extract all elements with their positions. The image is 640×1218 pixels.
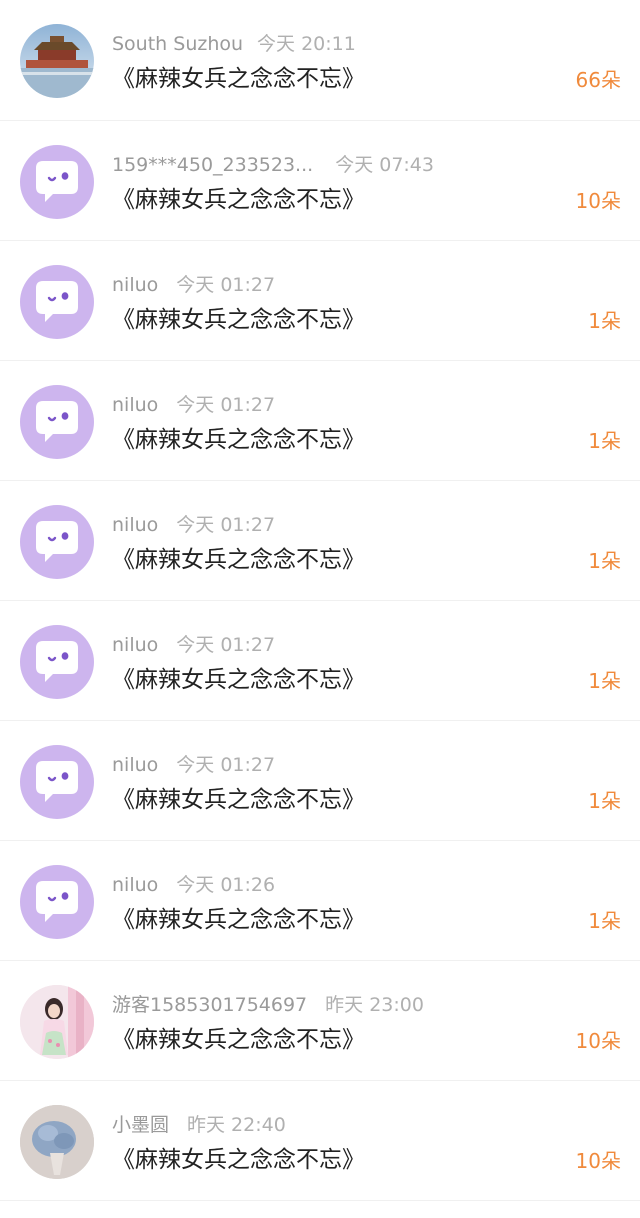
list-item[interactable]: 游客1585301754697 昨天 23:00 《麻辣女兵之念念不忘》 10朵 (0, 961, 640, 1081)
list-item[interactable]: niluo 今天 01:27 《麻辣女兵之念念不忘》 1朵 (0, 481, 640, 601)
book-title: 《麻辣女兵之念念不忘》 (112, 667, 365, 693)
avatar[interactable] (20, 385, 94, 459)
username[interactable]: niluo (112, 634, 158, 656)
avatar[interactable] (20, 145, 94, 219)
timestamp: 今天 01:27 (176, 754, 276, 776)
meta: niluo 今天 01:27 (112, 512, 275, 538)
meta: 小墨圆 昨天 22:40 (112, 1112, 286, 1138)
avatar[interactable] (20, 985, 94, 1059)
flower-amount: 1朵 (588, 789, 621, 813)
list-item[interactable]: niluo 今天 01:27 《麻辣女兵之念念不忘》 1朵 (0, 721, 640, 841)
timestamp: 昨天 23:00 (325, 994, 424, 1016)
list-item[interactable]: niluo 今天 01:27 《麻辣女兵之念念不忘》 1朵 (0, 361, 640, 481)
avatar[interactable] (20, 865, 94, 939)
chat-bubble-icon (36, 521, 78, 562)
book-title: 《麻辣女兵之念念不忘》 (112, 547, 365, 573)
chat-bubble-icon (36, 641, 78, 682)
avatar[interactable] (20, 1105, 94, 1179)
username[interactable]: niluo (112, 274, 158, 296)
list-item[interactable]: niluo 今天 01:27 《麻辣女兵之念念不忘》 1朵 (0, 601, 640, 721)
username[interactable]: niluo (112, 754, 158, 776)
list-item[interactable]: South Suzhou 今天 20:11 《麻辣女兵之念念不忘》 66朵 (0, 0, 640, 120)
list-item[interactable]: 159***450_233523... 今天 07:43 《麻辣女兵之念念不忘》 … (0, 121, 640, 241)
list-item[interactable]: niluo 今天 01:27 《麻辣女兵之念念不忘》 1朵 (0, 241, 640, 361)
meta: niluo 今天 01:27 (112, 632, 275, 658)
flower-amount: 1朵 (588, 669, 621, 693)
avatar[interactable] (20, 265, 94, 339)
username[interactable]: 小墨圆 (112, 1114, 169, 1136)
meta: niluo 今天 01:27 (112, 272, 275, 298)
username[interactable]: 游客1585301754697 (112, 994, 307, 1016)
timestamp: 今天 01:27 (176, 514, 276, 536)
flower-amount: 10朵 (575, 1029, 621, 1053)
book-title: 《麻辣女兵之念念不忘》 (112, 307, 365, 333)
gift-list: South Suzhou 今天 20:11 《麻辣女兵之念念不忘》 66朵 159… (0, 0, 640, 1218)
flower-amount: 1朵 (588, 309, 621, 333)
avatar[interactable] (20, 625, 94, 699)
meta: 游客1585301754697 昨天 23:00 (112, 992, 424, 1018)
book-title: 《麻辣女兵之念念不忘》 (112, 907, 365, 933)
username[interactable]: niluo (112, 874, 158, 896)
meta: 159***450_233523... 今天 07:43 (112, 152, 434, 178)
chat-bubble-icon (36, 401, 78, 442)
avatar[interactable] (20, 24, 94, 98)
book-title: 《麻辣女兵之念念不忘》 (112, 66, 365, 92)
meta: niluo 今天 01:27 (112, 752, 275, 778)
photo-girl-pink-icon (20, 985, 94, 1059)
flower-amount: 66朵 (575, 68, 621, 92)
timestamp: 今天 01:26 (176, 874, 276, 896)
timestamp: 今天 20:11 (257, 33, 356, 55)
username[interactable]: South Suzhou (112, 33, 243, 55)
username[interactable]: niluo (112, 394, 158, 416)
flower-amount: 1朵 (588, 429, 621, 453)
divider (0, 1200, 640, 1201)
flower-amount: 1朵 (588, 909, 621, 933)
username[interactable]: niluo (112, 514, 158, 536)
photo-flower-bouquet-icon (20, 1105, 94, 1179)
flower-amount: 10朵 (575, 189, 621, 213)
avatar[interactable] (20, 505, 94, 579)
book-title: 《麻辣女兵之念念不忘》 (112, 1027, 365, 1053)
list-item[interactable]: niluo 今天 01:26 《麻辣女兵之念念不忘》 1朵 (0, 841, 640, 961)
list-item[interactable]: 小墨圆 昨天 22:40 《麻辣女兵之念念不忘》 10朵 (0, 1081, 640, 1201)
timestamp: 昨天 22:40 (187, 1114, 286, 1136)
book-title: 《麻辣女兵之念念不忘》 (112, 1147, 365, 1173)
timestamp: 今天 01:27 (176, 394, 276, 416)
chat-bubble-icon (36, 761, 78, 802)
book-title: 《麻辣女兵之念念不忘》 (112, 787, 365, 813)
chat-bubble-icon (36, 161, 78, 202)
meta: niluo 今天 01:26 (112, 872, 275, 898)
flower-amount: 1朵 (588, 549, 621, 573)
meta: South Suzhou 今天 20:11 (112, 31, 356, 57)
photo-forbidden-city-icon (20, 24, 94, 98)
username[interactable]: 159***450_233523... (112, 154, 313, 176)
meta: niluo 今天 01:27 (112, 392, 275, 418)
book-title: 《麻辣女兵之念念不忘》 (112, 427, 365, 453)
chat-bubble-icon (36, 881, 78, 922)
flower-amount: 10朵 (575, 1149, 621, 1173)
book-title: 《麻辣女兵之念念不忘》 (112, 187, 365, 213)
timestamp: 今天 01:27 (176, 274, 276, 296)
avatar[interactable] (20, 745, 94, 819)
timestamp: 今天 07:43 (335, 154, 434, 176)
chat-bubble-icon (36, 281, 78, 322)
timestamp: 今天 01:27 (176, 634, 276, 656)
